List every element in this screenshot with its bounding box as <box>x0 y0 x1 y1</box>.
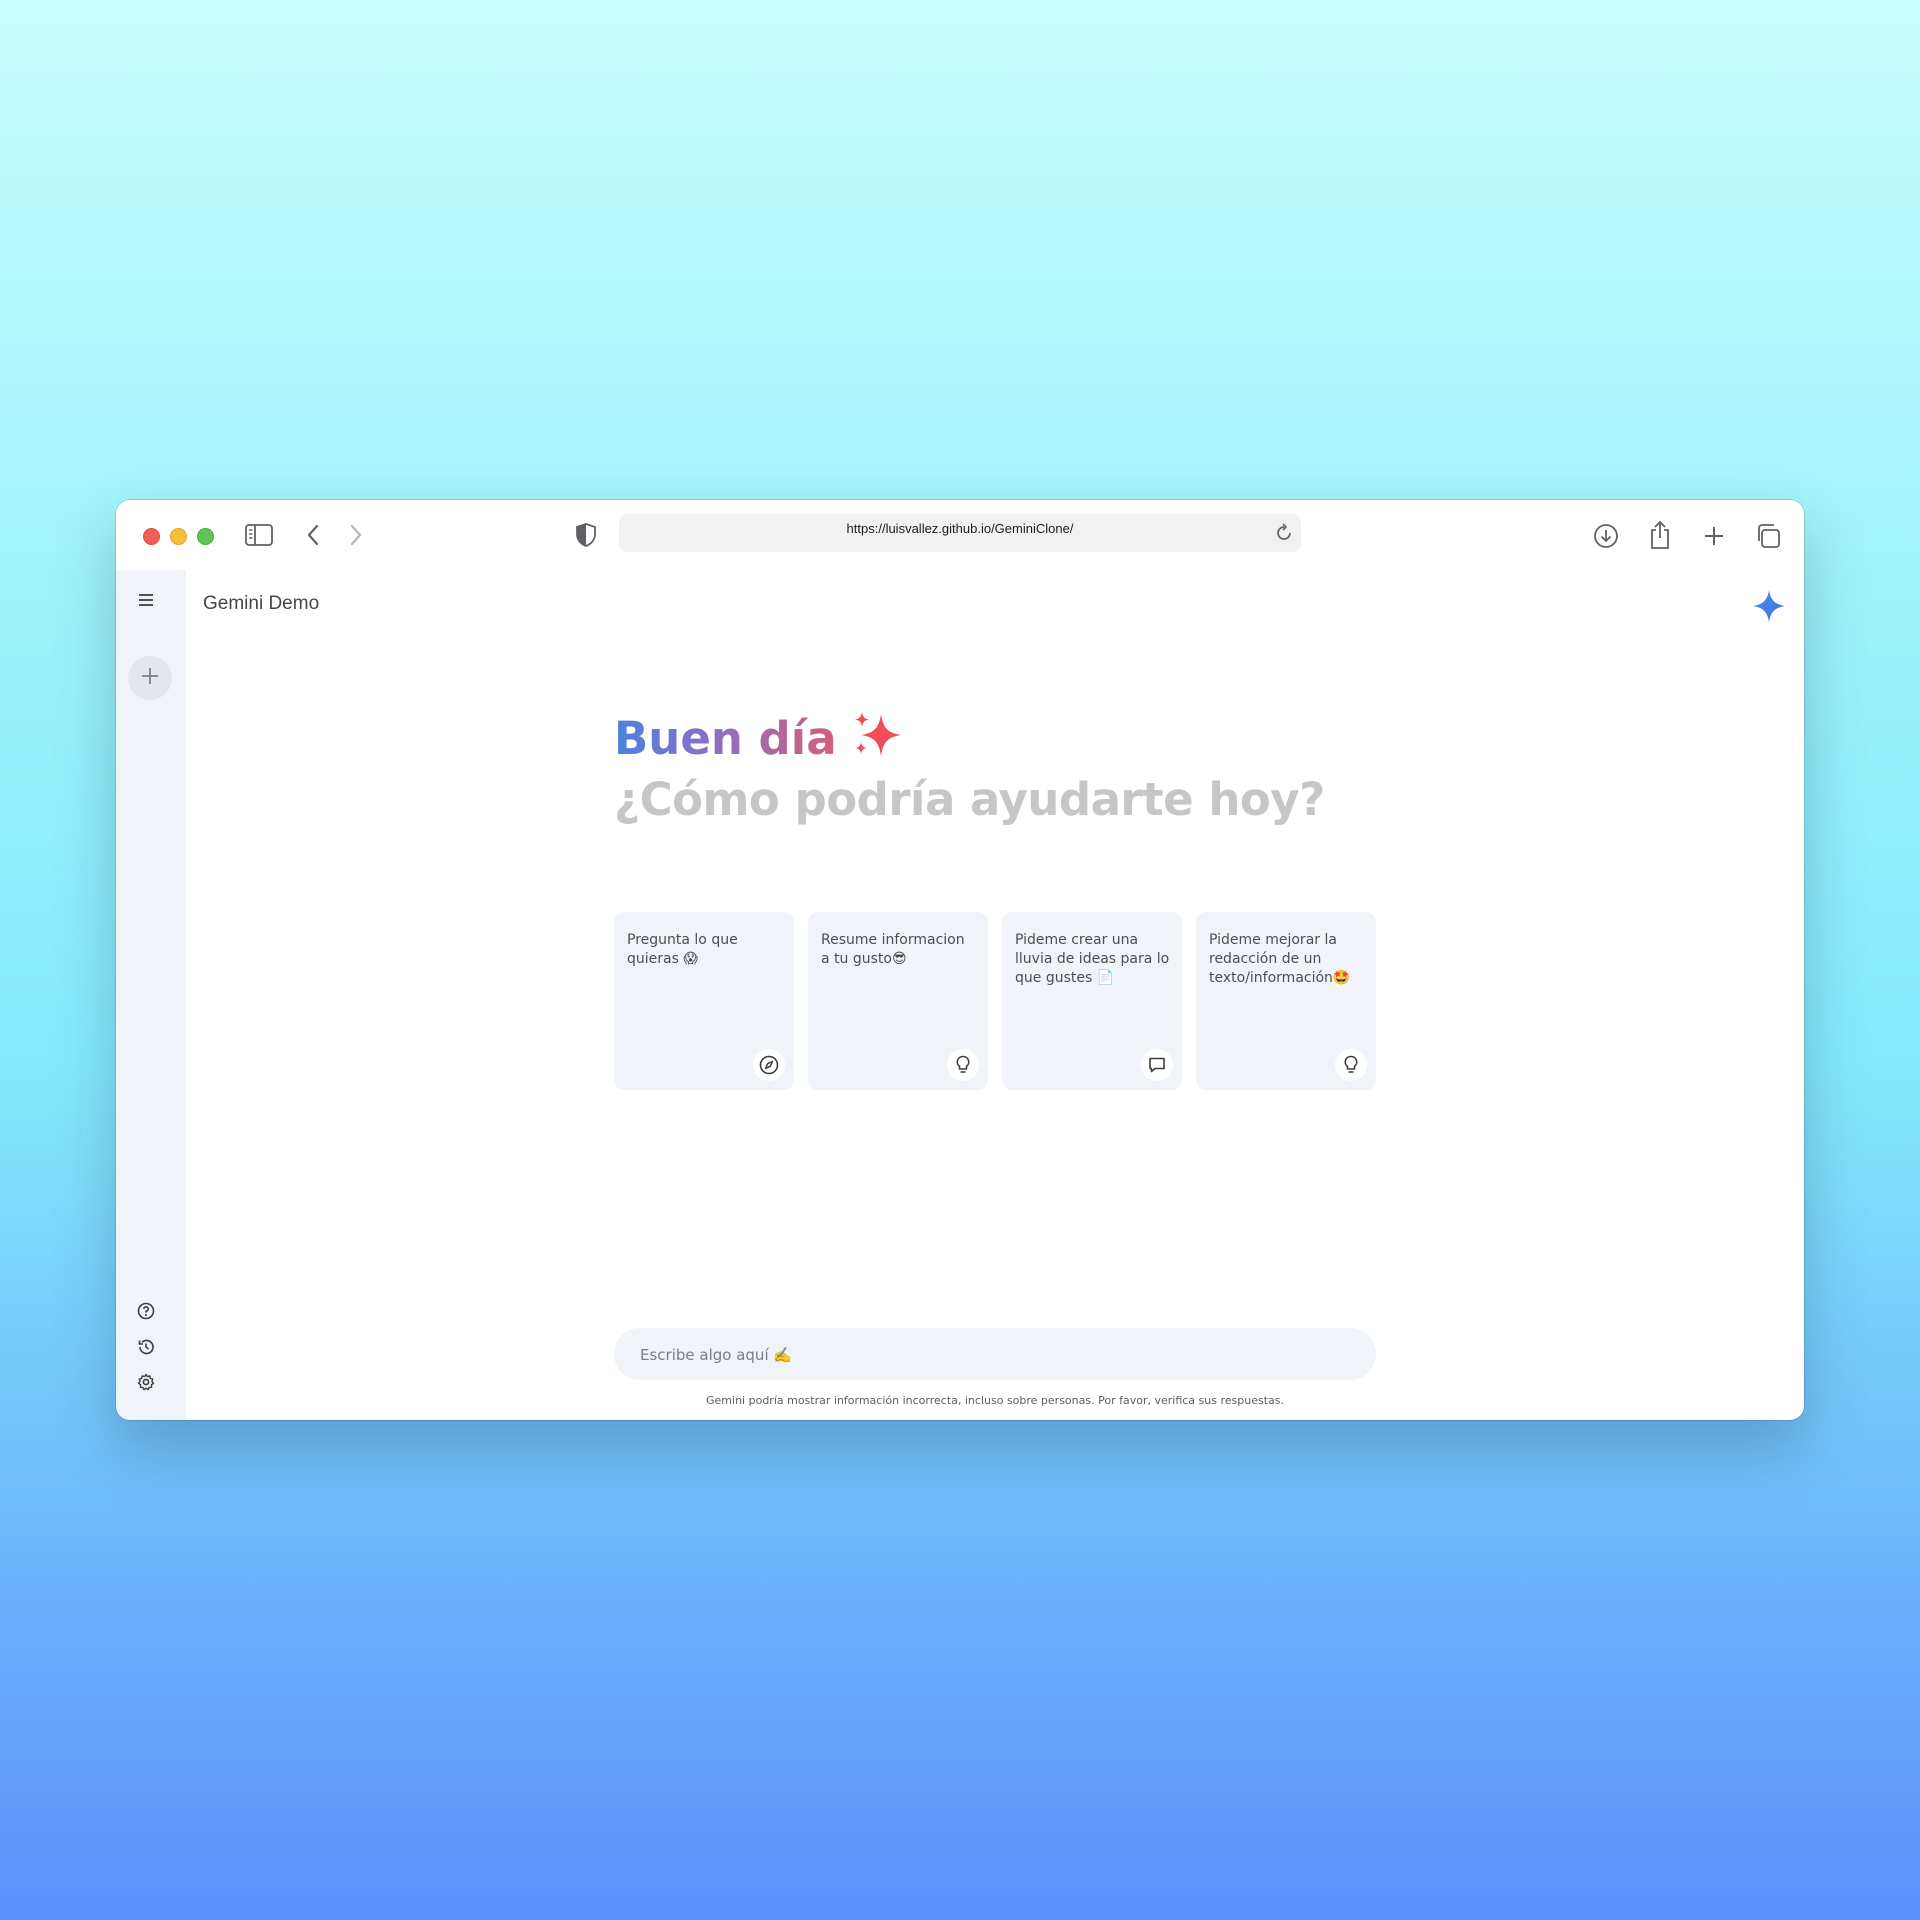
gemini-sparkle-icon <box>1751 588 1787 628</box>
suggestion-cards: Pregunta lo que quieras 😱 Resume informa… <box>614 912 1376 1090</box>
prompt-input-container <box>614 1328 1376 1382</box>
card-text: Resume informacion a tu gusto😎 <box>821 932 965 967</box>
browser-window: https://luisvallez.github.io/GeminiClone… <box>116 500 1804 1420</box>
plus-icon <box>140 666 160 690</box>
disclaimer-text: Gemini podría mostrar información incorr… <box>706 1394 1284 1407</box>
suggestion-card[interactable]: Resume informacion a tu gusto😎 <box>808 912 988 1090</box>
forward-icon[interactable] <box>345 522 367 548</box>
settings-gear-icon[interactable] <box>136 1372 156 1392</box>
tab-overview-icon[interactable] <box>1754 522 1782 550</box>
share-icon[interactable] <box>1646 519 1674 551</box>
suggestion-card[interactable]: Pregunta lo que quieras 😱 <box>614 912 794 1090</box>
sparkles-icon <box>851 710 905 773</box>
card-text: Pideme mejorar la redacción de un texto/… <box>1209 932 1351 986</box>
browser-toolbar: https://luisvallez.github.io/GeminiClone… <box>116 500 1804 570</box>
sidebar-toggle-icon[interactable] <box>244 522 274 548</box>
history-icon[interactable] <box>136 1337 156 1357</box>
greeting-subtitle: ¿Cómo podría ayudarte hoy? <box>614 773 1325 826</box>
download-icon[interactable] <box>1592 522 1620 550</box>
close-window-button[interactable] <box>143 528 160 545</box>
back-icon[interactable] <box>302 522 324 548</box>
menu-icon[interactable] <box>135 590 157 610</box>
lightbulb-icon <box>1335 1049 1367 1081</box>
privacy-shield-icon[interactable] <box>574 522 598 548</box>
zoom-window-button[interactable] <box>197 528 214 545</box>
chat-icon <box>1141 1049 1173 1081</box>
greeting-title: Buen día <box>614 710 905 773</box>
help-icon[interactable] <box>136 1301 156 1321</box>
minimize-window-button[interactable] <box>170 528 187 545</box>
card-text: Pideme crear una lluvia de ideas para lo… <box>1015 932 1170 986</box>
new-tab-icon[interactable] <box>1700 522 1728 550</box>
lightbulb-icon <box>947 1049 979 1081</box>
suggestion-card[interactable]: Pideme mejorar la redacción de un texto/… <box>1196 912 1376 1090</box>
greeting-text: Buen día <box>614 711 837 765</box>
app-title: Gemini Demo <box>203 593 320 614</box>
address-bar[interactable]: https://luisvallez.github.io/GeminiClone… <box>619 514 1301 552</box>
new-chat-button[interactable] <box>128 656 172 700</box>
suggestion-card[interactable]: Pideme crear una lluvia de ideas para lo… <box>1002 912 1182 1090</box>
compass-icon <box>753 1049 785 1081</box>
reload-icon[interactable] <box>1273 522 1295 548</box>
url-text: https://luisvallez.github.io/GeminiClone… <box>846 521 1074 536</box>
prompt-input[interactable] <box>638 1328 1342 1382</box>
card-text: Pregunta lo que quieras 😱 <box>627 932 738 967</box>
app-sidebar <box>116 570 186 1420</box>
